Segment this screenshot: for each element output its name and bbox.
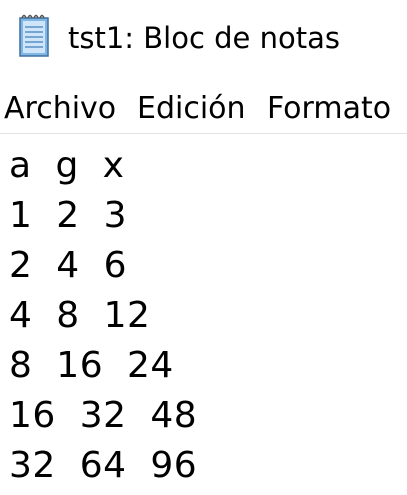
window-title: tst1: Bloc de notas	[68, 21, 340, 55]
text-line: 1 2 3	[9, 195, 127, 236]
menu-archivo[interactable]: Archivo	[4, 89, 116, 129]
text-line: 8 16 24	[9, 345, 174, 386]
menu-formato[interactable]: Formato	[267, 89, 391, 129]
notepad-icon	[19, 14, 49, 57]
text-line: 16 32 48	[9, 395, 198, 436]
text-line: a g x	[9, 145, 125, 186]
menu-bar: Archivo Edición Formato	[0, 86, 407, 132]
text-editor[interactable]: a g x 1 2 3 2 4 6 4 8 12 8 16 24 16 32 4…	[0, 134, 407, 495]
text-line: 2 4 6	[9, 245, 127, 286]
notepad-window: tst1: Bloc de notas Archivo Edición Form…	[0, 0, 407, 495]
text-line: 32 64 96	[9, 445, 198, 486]
menu-edicion[interactable]: Edición	[137, 89, 246, 129]
title-bar: tst1: Bloc de notas	[0, 0, 407, 80]
text-line: 4 8 12	[9, 295, 151, 336]
